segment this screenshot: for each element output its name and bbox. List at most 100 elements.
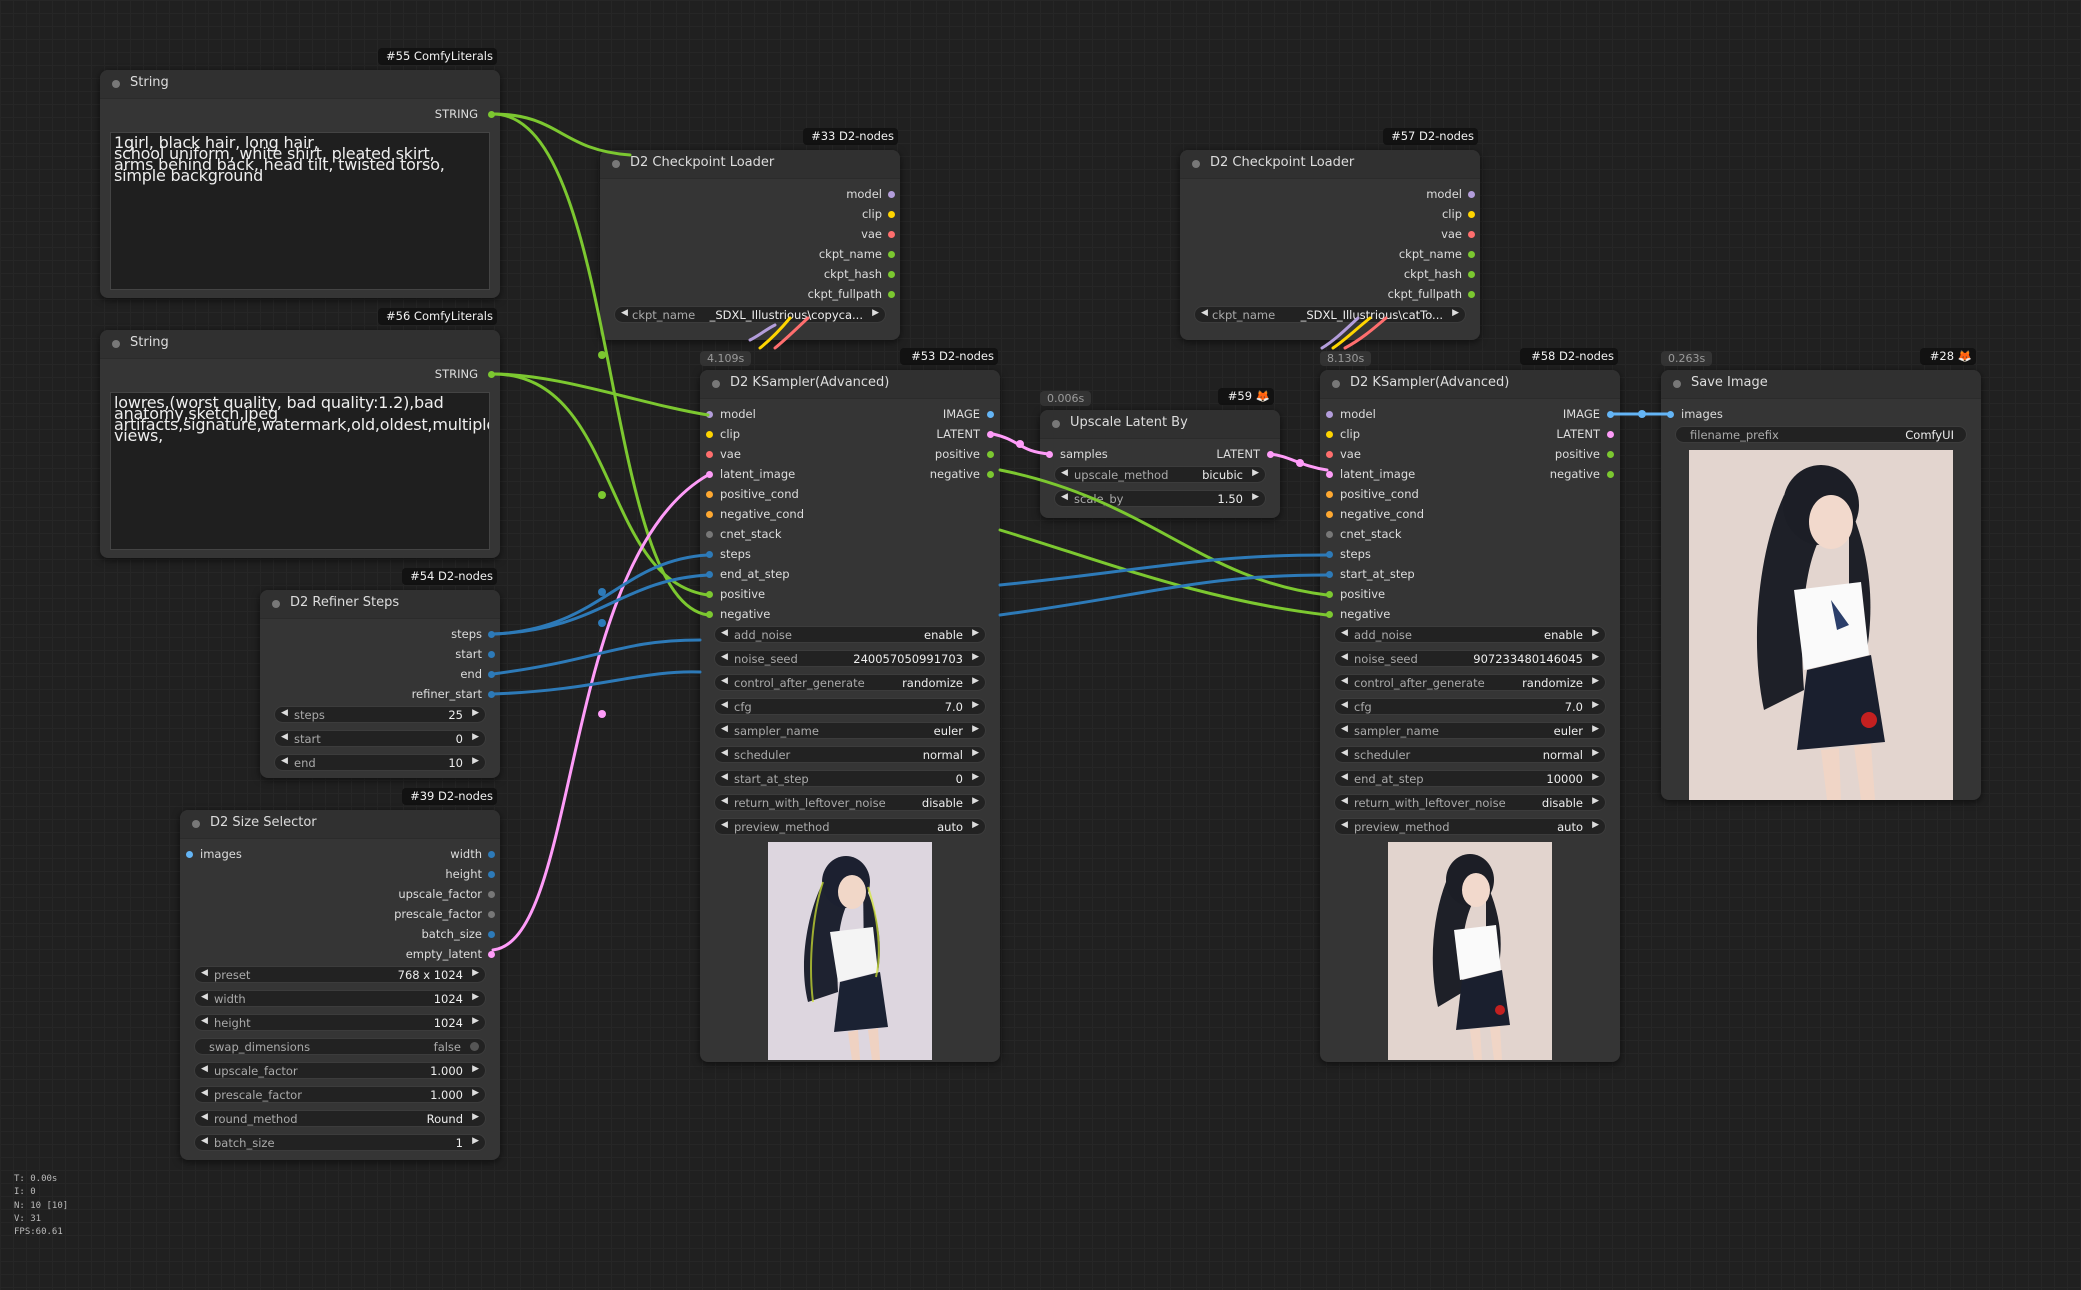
preview-method-widget[interactable]: ◀ preview_method auto ▶: [1334, 818, 1606, 835]
input-negative-socket[interactable]: [1326, 611, 1333, 618]
node-header[interactable]: Save Image: [1661, 370, 1981, 399]
output-latent-socket[interactable]: [987, 431, 994, 438]
output-socket[interactable]: [488, 911, 495, 918]
string-node-55[interactable]: String STRING 1girl, black hair, long ha…: [100, 70, 500, 298]
output-socket[interactable]: [1468, 251, 1475, 258]
output-clip-socket[interactable]: [1468, 211, 1475, 218]
output-socket[interactable]: [488, 891, 495, 898]
output-socket[interactable]: [488, 631, 495, 638]
output-socket[interactable]: [888, 251, 895, 258]
output-socket[interactable]: [888, 291, 895, 298]
string-node-56[interactable]: String STRING lowres,(worst quality, bad…: [100, 330, 500, 558]
input-socket[interactable]: [706, 511, 713, 518]
output-image-socket[interactable]: [1607, 411, 1614, 418]
input-images-socket[interactable]: [186, 851, 193, 858]
input-images-socket[interactable]: [1667, 411, 1674, 418]
collapse-dot[interactable]: [1052, 420, 1060, 428]
output-clip-socket[interactable]: [888, 211, 895, 218]
checkpoint-loader-node-57[interactable]: D2 Checkpoint Loader model clip vae ckpt…: [1180, 150, 1480, 340]
output-latent-socket[interactable]: [1267, 451, 1274, 458]
refiner-steps-node[interactable]: D2 Refiner Steps steps start end refiner…: [260, 590, 500, 778]
input-socket[interactable]: [1326, 531, 1333, 538]
output-socket[interactable]: [1468, 271, 1475, 278]
input-socket[interactable]: [706, 571, 713, 578]
collapse-dot[interactable]: [612, 160, 620, 168]
add-noise-widget[interactable]: ◀ add_noise enable ▶: [1334, 626, 1606, 643]
output-socket[interactable]: [1468, 291, 1475, 298]
collapse-dot[interactable]: [112, 80, 120, 88]
collapse-dot[interactable]: [1673, 380, 1681, 388]
node-header[interactable]: D2 Checkpoint Loader: [1180, 150, 1480, 179]
preset-widget[interactable]: ◀ preset 768 x 1024 ▶: [194, 966, 486, 983]
collapse-dot[interactable]: [712, 380, 720, 388]
ksampler-node-58[interactable]: D2 KSampler(Advanced) model clip vae lat…: [1320, 370, 1620, 1062]
scheduler-widget[interactable]: ◀ scheduler normal ▶: [714, 746, 986, 763]
sampler-name-widget[interactable]: ◀ sampler_name euler ▶: [714, 722, 986, 739]
ksampler-node-53[interactable]: D2 KSampler(Advanced) model clip vae lat…: [700, 370, 1000, 1062]
noise-seed-widget[interactable]: ◀ noise_seed 240057050991703 ▶: [714, 650, 986, 667]
output-model-socket[interactable]: [888, 191, 895, 198]
checkpoint-loader-node-33[interactable]: D2 Checkpoint Loader model clip vae ckpt…: [600, 150, 900, 340]
output-socket[interactable]: [488, 851, 495, 858]
input-clip-socket[interactable]: [706, 431, 713, 438]
add-noise-widget[interactable]: ◀ add_noise enable ▶: [714, 626, 986, 643]
input-latent-socket[interactable]: [1326, 471, 1333, 478]
start-at-step-widget[interactable]: ◀ start_at_step 0 ▶: [714, 770, 986, 787]
input-vae-socket[interactable]: [1326, 451, 1333, 458]
output-latent-socket[interactable]: [1607, 431, 1614, 438]
input-positive-socket[interactable]: [1326, 591, 1333, 598]
node-header[interactable]: D2 Checkpoint Loader: [600, 150, 900, 179]
node-header[interactable]: Upscale Latent By: [1040, 410, 1280, 439]
prescale-factor-widget[interactable]: ◀ prescale_factor 1.000 ▶: [194, 1086, 486, 1103]
output-socket[interactable]: [488, 671, 495, 678]
output-model-socket[interactable]: [1468, 191, 1475, 198]
scale-by-widget[interactable]: ◀ scale_by 1.50 ▶: [1054, 490, 1266, 507]
output-socket[interactable]: [488, 871, 495, 878]
return-with-leftover-noise-widget[interactable]: ◀ return_with_leftover_noise disable ▶: [714, 794, 986, 811]
input-model-socket[interactable]: [706, 411, 713, 418]
upscale-factor-widget[interactable]: ◀ upscale_factor 1.000 ▶: [194, 1062, 486, 1079]
input-negative-socket[interactable]: [706, 611, 713, 618]
control-after-generate-widget[interactable]: ◀ control_after_generate randomize ▶: [1334, 674, 1606, 691]
collapse-dot[interactable]: [1332, 380, 1340, 388]
round-method-widget[interactable]: ◀ round_method Round ▶: [194, 1110, 486, 1127]
size-selector-node[interactable]: D2 Size Selector images width height ups…: [180, 810, 500, 1160]
preview-method-widget[interactable]: ◀ preview_method auto ▶: [714, 818, 986, 835]
batch-size-widget[interactable]: ◀ batch_size 1 ▶: [194, 1134, 486, 1151]
output-socket[interactable]: [488, 931, 495, 938]
input-socket[interactable]: [1326, 511, 1333, 518]
cfg-widget[interactable]: ◀ cfg 7.0 ▶: [1334, 698, 1606, 715]
prompt-textarea[interactable]: 1girl, black hair, long hair, school uni…: [110, 132, 490, 290]
output-socket[interactable]: [888, 271, 895, 278]
node-header[interactable]: String: [100, 330, 500, 359]
output-socket[interactable]: [987, 451, 994, 458]
upscale-method-widget[interactable]: ◀ upscale_method bicubic ▶: [1054, 466, 1266, 483]
input-latent-socket[interactable]: [706, 471, 713, 478]
node-header[interactable]: D2 Size Selector: [180, 810, 500, 839]
end-widget[interactable]: ◀ end 10 ▶: [274, 754, 486, 771]
input-socket[interactable]: [706, 531, 713, 538]
node-header[interactable]: D2 KSampler(Advanced): [700, 370, 1000, 399]
output-vae-socket[interactable]: [1468, 231, 1475, 238]
input-socket[interactable]: [1326, 491, 1333, 498]
width-widget[interactable]: ◀ width 1024 ▶: [194, 990, 486, 1007]
swap-dimensions-toggle[interactable]: swap_dimensions false: [194, 1038, 486, 1055]
input-steps-socket[interactable]: [706, 551, 713, 558]
input-samples-socket[interactable]: [1046, 451, 1053, 458]
output-socket[interactable]: [987, 471, 994, 478]
negative-prompt-textarea[interactable]: lowres,(worst quality, bad quality:1.2),…: [110, 392, 490, 550]
input-steps-socket[interactable]: [1326, 551, 1333, 558]
output-string-socket[interactable]: [488, 111, 495, 118]
output-image-socket[interactable]: [987, 411, 994, 418]
output-string-socket[interactable]: [488, 371, 495, 378]
collapse-dot[interactable]: [192, 820, 200, 828]
output-socket[interactable]: [1607, 471, 1614, 478]
ckpt-name-widget[interactable]: ◀ ckpt_name _SDXL_Illustrious\catTo... ▶: [1194, 306, 1466, 323]
input-vae-socket[interactable]: [706, 451, 713, 458]
input-socket[interactable]: [1326, 571, 1333, 578]
input-clip-socket[interactable]: [1326, 431, 1333, 438]
return-with-leftover-noise-widget[interactable]: ◀ return_with_leftover_noise disable ▶: [1334, 794, 1606, 811]
control-after-generate-widget[interactable]: ◀ control_after_generate randomize ▶: [714, 674, 986, 691]
scheduler-widget[interactable]: ◀ scheduler normal ▶: [1334, 746, 1606, 763]
collapse-dot[interactable]: [272, 600, 280, 608]
